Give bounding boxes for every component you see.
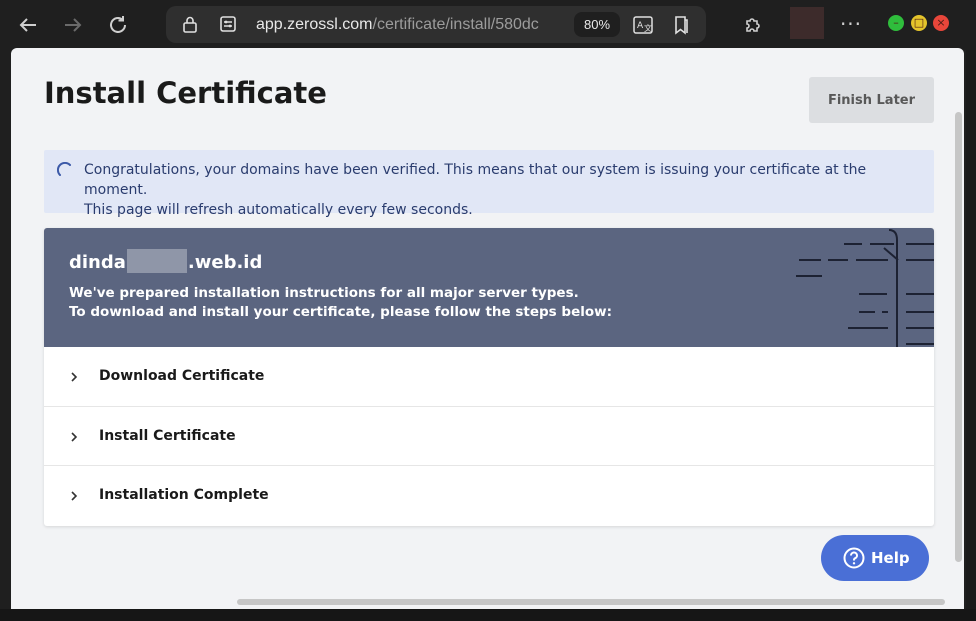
- redacted-block: [126, 249, 187, 273]
- lock-icon[interactable]: [180, 14, 200, 34]
- window-edge-right: [966, 50, 976, 621]
- url-path: /certificate/install/580dc: [372, 16, 539, 33]
- address-bar[interactable]: app.zerossl.com/certificate/install/580d…: [166, 6, 706, 43]
- install-steps: Download Certificate Install Certificate…: [44, 347, 934, 526]
- reload-button[interactable]: [102, 9, 134, 41]
- back-button[interactable]: [12, 9, 44, 41]
- domain-prefix: dinda: [69, 252, 126, 273]
- certificate-header: dinda .web.id We've prepared installation…: [44, 228, 934, 347]
- domain-name: dinda .web.id: [69, 249, 262, 273]
- horizontal-scrollbar[interactable]: [237, 599, 945, 605]
- puzzle-icon[interactable]: [742, 12, 766, 36]
- svg-text:文: 文: [644, 23, 652, 33]
- vertical-scrollbar[interactable]: [955, 112, 962, 562]
- description-line-1: We've prepared installation instructions…: [69, 285, 579, 301]
- favorites-icon[interactable]: [670, 14, 692, 36]
- forward-button[interactable]: [57, 9, 89, 41]
- more-icon[interactable]: ···: [838, 9, 864, 39]
- svg-text:A: A: [637, 21, 644, 31]
- site-info-icon[interactable]: [218, 14, 238, 34]
- step-label: Installation Complete: [99, 487, 269, 503]
- window-edge-bottom: [0, 609, 976, 621]
- certificate-card: dinda .web.id We've prepared installation…: [44, 228, 934, 526]
- verification-notice: Congratulations, your domains have been …: [44, 150, 934, 218]
- description-line-2: To download and install your certificate…: [69, 304, 613, 320]
- arrow-right-icon: [65, 18, 82, 32]
- step-label: Download Certificate: [99, 368, 265, 384]
- help-button[interactable]: Help: [821, 535, 929, 581]
- arrow-left-icon: [19, 18, 36, 32]
- browser-toolbar: app.zerossl.com/certificate/install/580d…: [0, 0, 976, 50]
- chevron-right-icon: [71, 491, 78, 501]
- notice-line-1: Congratulations, your domains have been …: [84, 162, 867, 198]
- url-host: app.zerossl.com: [256, 16, 373, 33]
- translate-icon[interactable]: A文: [632, 14, 654, 36]
- question-icon: [843, 547, 865, 569]
- help-label: Help: [871, 549, 910, 567]
- profile-avatar[interactable]: [790, 7, 824, 39]
- minimize-button[interactable]: –: [888, 15, 904, 31]
- loading-spinner-icon: [57, 162, 71, 176]
- step-label: Install Certificate: [99, 427, 236, 444]
- certificate-description: We've prepared installation instructions…: [69, 284, 612, 322]
- page-title: Install Certificate: [44, 76, 327, 110]
- maximize-button[interactable]: □: [911, 15, 927, 31]
- notice-line-2: This page will refresh automatically eve…: [84, 202, 473, 218]
- decorative-lines-graphic: [796, 229, 934, 347]
- finish-later-button[interactable]: Finish Later: [809, 77, 934, 123]
- chevron-right-icon: [71, 431, 78, 442]
- domain-suffix: .web.id: [187, 252, 263, 273]
- reload-icon: [110, 16, 126, 33]
- close-button[interactable]: ×: [933, 15, 949, 31]
- step-install-certificate[interactable]: Install Certificate: [44, 407, 934, 466]
- notice-text: Congratulations, your domains have been …: [84, 160, 924, 220]
- page-viewport: Install Certificate Finish Later Congrat…: [11, 48, 964, 609]
- step-download-certificate[interactable]: Download Certificate: [44, 347, 934, 407]
- chevron-right-icon: [71, 372, 78, 382]
- step-installation-complete[interactable]: Installation Complete: [44, 466, 934, 526]
- zoom-indicator[interactable]: 80%: [574, 12, 620, 37]
- url-text[interactable]: app.zerossl.com/certificate/install/580d…: [256, 6, 566, 43]
